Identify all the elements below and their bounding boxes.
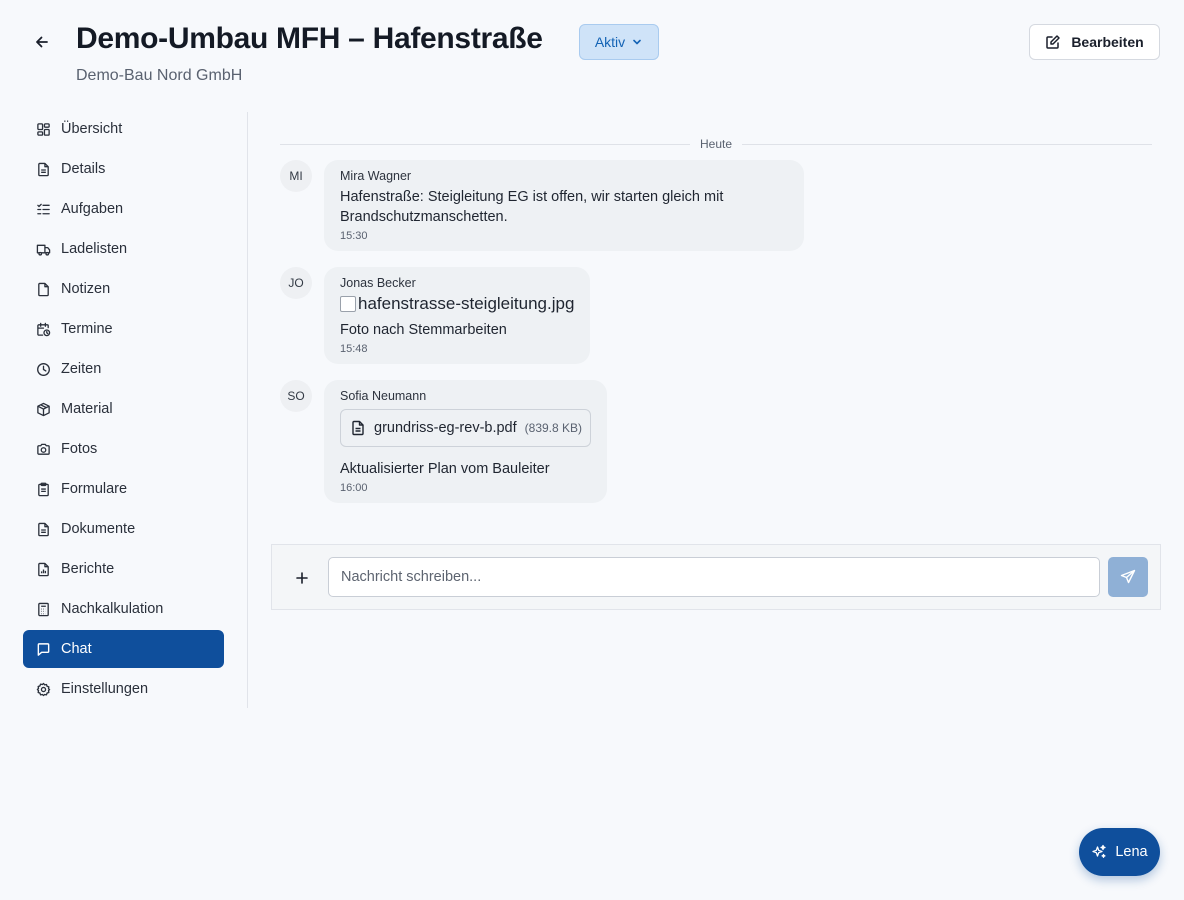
sidebar-item-label: Berichte (61, 561, 115, 577)
sidebar-item-label: Dokumente (61, 521, 136, 537)
sidebar-item-label: Material (61, 401, 113, 417)
checklist-icon (37, 203, 50, 214)
sidebar-item-berichte[interactable]: Berichte (23, 550, 224, 588)
sidebar-item-label: Formulare (61, 481, 128, 497)
sidebar-item-label: Aufgaben (61, 201, 124, 217)
file-text-icon (38, 162, 49, 176)
layout-grid-icon (37, 122, 50, 136)
message-bubble: Sofia Neumann grundriss-eg-rev-b.pdf (83… (324, 380, 608, 503)
chat-message: SO Sofia Neumann grundriss-eg-rev-b.pdf … (280, 380, 1152, 503)
file-name: grundriss-eg-rev-b.pdf (374, 420, 517, 436)
edit-label: Bearbeiten (1071, 34, 1144, 50)
sidebar-item-label: Übersicht (61, 121, 123, 137)
assistant-label: Lena (1115, 844, 1148, 860)
file-attachment[interactable]: grundriss-eg-rev-b.pdf (839.8 KB) (340, 409, 592, 447)
sidebar-item-chat[interactable]: Chat (23, 630, 224, 668)
document-icon (38, 522, 49, 536)
sidebar-item-material[interactable]: Material (23, 390, 224, 428)
sidebar-item-uebersicht[interactable]: Übersicht (23, 110, 224, 148)
day-separator: Heute (280, 130, 1152, 158)
edit-icon (1046, 35, 1061, 49)
sidebar-item-label: Ladelisten (61, 241, 128, 257)
send-icon (1120, 569, 1136, 584)
calendar-clock-icon (37, 322, 51, 336)
sidebar-item-einstellungen[interactable]: Einstellungen (23, 670, 224, 708)
message-sender: Jonas Becker (340, 276, 416, 290)
message-bubble: Mira Wagner Hafenstraße: Steigleitung EG… (324, 160, 804, 251)
message-composer (271, 544, 1161, 610)
message-time: 15:48 (340, 343, 368, 355)
gear-icon (36, 682, 51, 696)
chevron-down-icon (633, 39, 641, 45)
sidebar-item-fotos[interactable]: Fotos (23, 430, 224, 468)
sidebar-nav: Übersicht Details Aufgaben Ladelisten No… (23, 110, 224, 710)
message-image[interactable]: hafenstrasse-steigleitung.jpg (340, 294, 574, 314)
sidebar-item-label: Einstellungen (61, 681, 149, 697)
sidebar-item-notizen[interactable]: Notizen (23, 270, 224, 308)
sidebar-item-nachkalkulation[interactable]: Nachkalkulation (23, 590, 224, 628)
clipboard-icon (38, 482, 49, 496)
package-icon (37, 402, 50, 416)
sidebar-item-details[interactable]: Details (23, 150, 224, 188)
sidebar-item-formulare[interactable]: Formulare (23, 470, 224, 508)
status-label: Aktiv (594, 34, 626, 50)
chart-file-icon (38, 562, 49, 576)
sidebar-item-label: Nachkalkulation (61, 601, 164, 617)
message-sender: Sofia Neumann (340, 389, 427, 403)
message-bubble: Jonas Becker hafenstrasse-steigleitung.j… (324, 267, 591, 364)
clock-icon (37, 362, 50, 376)
message-square-icon (37, 642, 50, 656)
day-label: Heute (689, 137, 743, 151)
sidebar-item-aufgaben[interactable]: Aufgaben (23, 190, 224, 228)
sidebar-item-label: Termine (61, 321, 113, 337)
avatar: MI (280, 160, 312, 192)
sparkles-icon (1092, 844, 1107, 858)
edit-button[interactable]: Bearbeiten (1029, 24, 1160, 60)
page-title: Demo-Umbau MFH – Hafenstraße (76, 22, 543, 55)
message-text: Aktualisierter Plan vom Bauleiter (340, 461, 550, 477)
back-button[interactable] (28, 28, 56, 56)
truck-icon (36, 244, 51, 256)
plus-icon (296, 572, 308, 584)
note-icon (38, 282, 49, 296)
sidebar-item-dokumente[interactable]: Dokumente (23, 510, 224, 548)
sidebar-item-label: Chat (61, 641, 92, 657)
sidebar-item-label: Zeiten (61, 361, 102, 377)
file-icon (352, 420, 364, 436)
sidebar-item-label: Details (61, 161, 106, 177)
camera-icon (37, 443, 50, 455)
message-text: Hafenstraße: Steigleitung EG ist offen, … (340, 189, 724, 225)
calculator-icon (38, 602, 49, 616)
file-size: (839.8 KB) (524, 421, 583, 435)
message-time: 16:00 (340, 482, 368, 494)
avatar: SO (280, 380, 312, 412)
chat-message: MI Mira Wagner Hafenstraße: Steigleitung… (280, 160, 1152, 251)
message-input[interactable] (328, 557, 1100, 597)
arrow-left-icon (36, 36, 48, 48)
message-time: 15:30 (340, 230, 368, 242)
image-alt-text: hafenstrasse-steigleitung.jpg (358, 294, 575, 313)
sidebar-item-ladelisten[interactable]: Ladelisten (23, 230, 224, 268)
avatar: JO (280, 267, 312, 299)
sidebar-item-termine[interactable]: Termine (23, 310, 224, 348)
send-button[interactable] (1108, 557, 1148, 597)
attach-button[interactable] (290, 566, 314, 590)
sidebar-item-zeiten[interactable]: Zeiten (23, 350, 224, 388)
status-dropdown[interactable]: Aktiv (579, 24, 659, 60)
assistant-button[interactable]: Lena (1079, 828, 1160, 876)
sidebar-divider (247, 112, 248, 708)
chat-message: JO Jonas Becker hafenstrasse-steigleitun… (280, 267, 1152, 364)
sidebar-item-label: Notizen (61, 281, 111, 297)
chat-thread: Heute MI Mira Wagner Hafenstraße: Steigl… (280, 130, 1152, 519)
sidebar-item-label: Fotos (61, 441, 98, 457)
message-text: Foto nach Stemmarbeiten (340, 322, 507, 338)
broken-image-icon (340, 296, 356, 312)
company-name: Demo-Bau Nord GmbH (76, 67, 243, 84)
message-sender: Mira Wagner (340, 169, 412, 183)
